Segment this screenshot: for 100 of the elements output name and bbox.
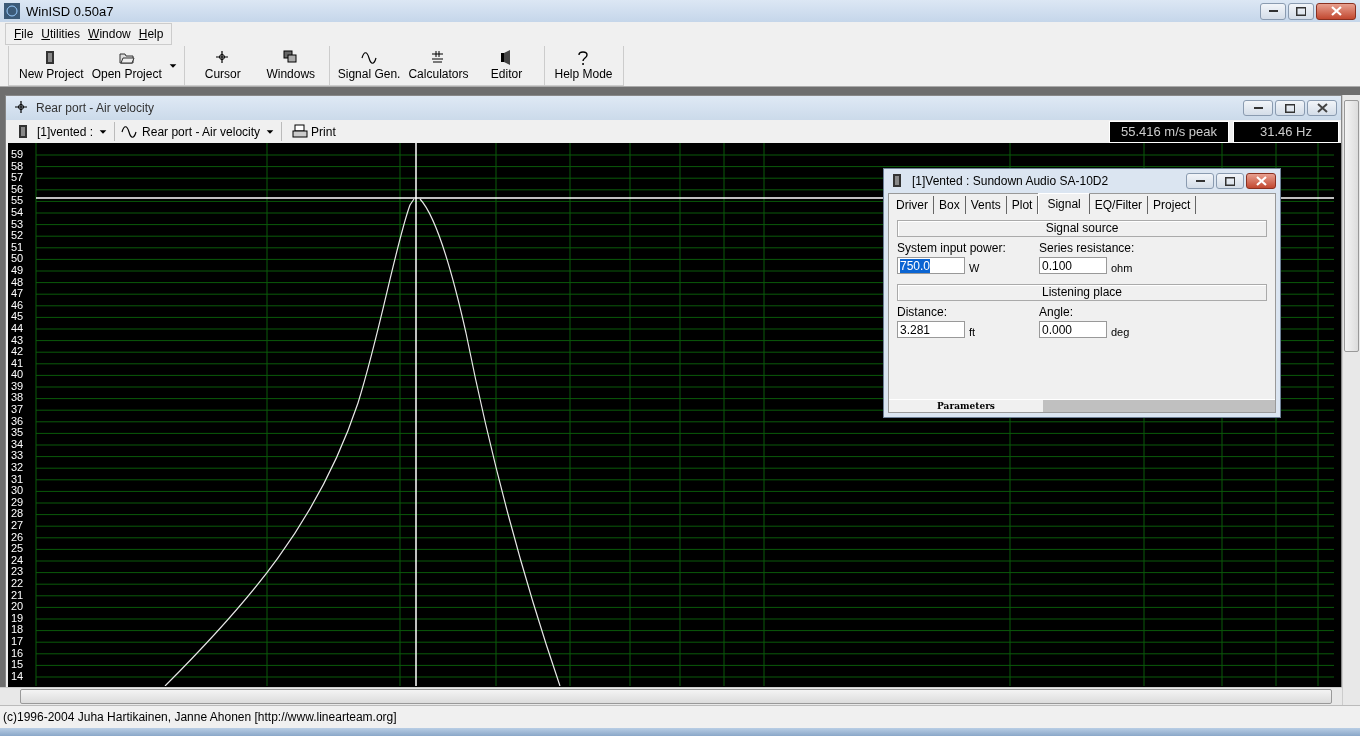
toolbar-button[interactable]: New Project: [15, 46, 88, 85]
input-field[interactable]: 0.000: [1039, 321, 1107, 338]
toolbar-button[interactable]: Windows: [256, 46, 325, 85]
maximize-icon: [1295, 6, 1307, 16]
axis-label: 27: [11, 520, 24, 532]
close-icon: [1316, 103, 1328, 113]
axis-label: 34: [11, 438, 24, 451]
maximize-button[interactable]: [1216, 173, 1244, 189]
tab[interactable]: Signal: [1038, 193, 1090, 214]
crosshair-icon: [214, 50, 231, 66]
horizontal-scrollbar[interactable]: [0, 687, 1342, 705]
maximize-icon: [1284, 103, 1296, 113]
crosshair-icon: [14, 100, 30, 116]
axis-label: 57: [11, 172, 24, 184]
axis-label: 15: [11, 659, 24, 671]
maximize-icon: [1224, 176, 1236, 186]
project-dropdown[interactable]: [1]vented :: [14, 122, 116, 141]
axis-label: 47: [11, 288, 24, 300]
minimize-button[interactable]: [1260, 2, 1286, 20]
axis-label: 21: [11, 589, 24, 602]
axis-label: 25: [11, 543, 24, 555]
sine-wave-icon: [121, 123, 138, 140]
axis-label: 51: [11, 241, 24, 254]
unit-label: deg: [1111, 326, 1130, 338]
axis-label: 37: [11, 404, 24, 416]
close-button[interactable]: [1307, 100, 1337, 116]
input-field[interactable]: 0.100: [1039, 257, 1107, 274]
axis-label: 43: [11, 334, 24, 347]
minimize-button[interactable]: [1243, 100, 1273, 116]
axis-label: 20: [11, 601, 24, 613]
input-field[interactable]: 3.281: [897, 321, 965, 338]
close-icon: [1255, 176, 1267, 186]
menu-item[interactable]: Window: [84, 27, 135, 41]
axis-label: 59: [11, 149, 24, 161]
maximize-button[interactable]: [1288, 2, 1314, 20]
axis-label: 41: [11, 357, 24, 370]
axis-label: 24: [11, 554, 24, 567]
axis-label: 29: [11, 496, 24, 509]
axis-label: 48: [11, 276, 24, 289]
readout: 55.416 m/s peak: [1109, 120, 1229, 143]
print-button[interactable]: Print: [286, 122, 342, 141]
axis-label: 36: [11, 415, 24, 428]
axis-label: 53: [11, 218, 24, 231]
field-label: Distance:: [897, 305, 949, 319]
printer-icon: [292, 123, 309, 140]
field-label: System input power:: [897, 241, 1007, 255]
close-button[interactable]: [1246, 173, 1276, 189]
axis-label: 14: [11, 670, 24, 683]
dialog-title: [1]Vented : Sundown Audio SA-10D2: [912, 174, 1109, 188]
toolbar-button[interactable]: Editor: [472, 46, 541, 85]
axis-label: 19: [11, 612, 24, 625]
axis-label: 49: [11, 264, 24, 277]
menu-item[interactable]: File: [10, 27, 38, 41]
close-icon: [1330, 6, 1342, 16]
axis-label: 35: [11, 427, 24, 439]
axis-label: 54: [11, 206, 24, 219]
field-label: Angle:: [1039, 305, 1075, 319]
field-label: Series resistance:: [1039, 241, 1136, 255]
toolbar-button[interactable]: Signal Gen.: [333, 46, 405, 85]
toolbar-button[interactable]: Open Project: [87, 46, 166, 85]
axis-label: 28: [11, 508, 24, 520]
axis-label: 38: [11, 392, 24, 405]
axis-label: 22: [11, 577, 24, 590]
app-logo-icon: [4, 3, 20, 19]
axis-label: 26: [11, 531, 24, 544]
menu-item[interactable]: Utilities: [37, 27, 85, 41]
menu-item[interactable]: Help: [134, 27, 168, 41]
vertical-scrollbar[interactable]: [1342, 95, 1360, 705]
close-button[interactable]: [1316, 2, 1356, 20]
axis-label: 45: [11, 311, 24, 323]
axis-label: 33: [11, 450, 24, 463]
minimize-icon: [1195, 180, 1205, 182]
input-field[interactable]: 750.0: [897, 257, 965, 274]
section-header: Listening place: [897, 284, 1267, 301]
windows-icon: [282, 50, 299, 66]
graph-dropdown[interactable]: Rear port - Air velocity: [119, 122, 283, 141]
axis-label: 39: [11, 380, 24, 393]
status-text: (c)1996-2004 Juha Hartikainen, Janne Ahonen [http://www.linearteam.org]: [3, 710, 397, 724]
axis-label: 17: [11, 635, 24, 648]
toolbar-button[interactable]: Help Mode: [549, 46, 618, 85]
window-title: WinISD 0.50a7: [26, 3, 114, 19]
section-header: Signal source: [897, 220, 1267, 237]
unit-label: W: [969, 262, 980, 274]
toolbar-button[interactable]: Calculators: [404, 46, 473, 85]
readout: 31.46 Hz: [1233, 120, 1339, 143]
axis-label: 32: [11, 462, 24, 474]
axis-label: 46: [11, 299, 24, 312]
folder-icon: [118, 50, 135, 66]
axis-label: 31: [11, 473, 24, 486]
tab[interactable]: Parameters: [889, 400, 1043, 412]
axis-label: 16: [11, 647, 24, 660]
axis-label: 55: [11, 195, 24, 207]
minimize-button[interactable]: [1186, 173, 1214, 189]
toolbar-button[interactable]: Cursor: [188, 46, 257, 85]
axis-label: 50: [11, 253, 24, 265]
axis-label: 18: [11, 624, 24, 636]
maximize-button[interactable]: [1275, 100, 1305, 116]
minimize-icon: [1268, 10, 1278, 12]
axis-label: 56: [11, 183, 24, 196]
axis-label: 42: [11, 346, 24, 358]
